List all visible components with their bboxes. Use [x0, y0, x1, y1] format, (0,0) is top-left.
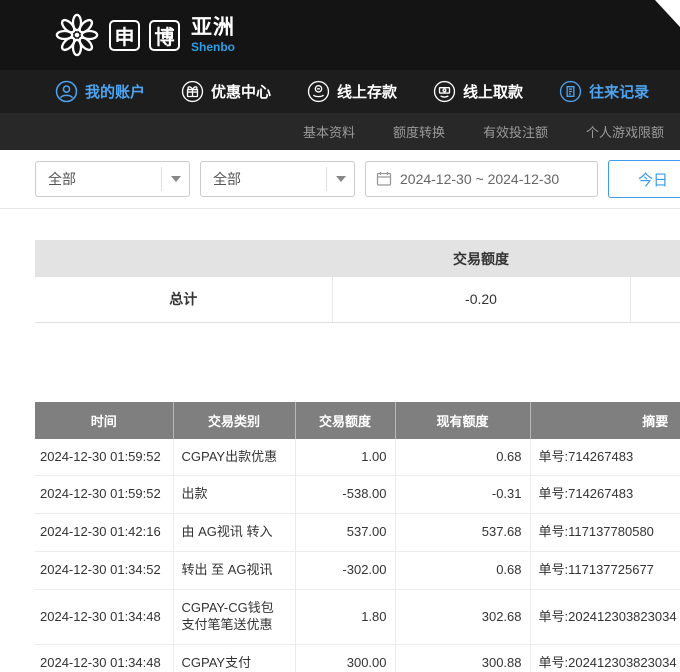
- subnav-item-basic-info[interactable]: 基本资料: [303, 122, 355, 141]
- summary-section: 交易额度 总计 -0.20: [35, 240, 680, 323]
- summary-total-row: 总计 -0.20: [35, 277, 680, 322]
- table-row: 2024-12-30 01:34:48 CGPAY支付 300.00 300.8…: [35, 644, 680, 672]
- date-range-value: 2024-12-30 ~ 2024-12-30: [400, 171, 559, 187]
- nav-item-my-account[interactable]: 我的账户: [55, 80, 145, 103]
- cell-amount: -302.00: [295, 552, 395, 590]
- cell-type: 转出 至 AG视讯: [173, 552, 295, 590]
- table-row: 2024-12-30 01:34:48 CGPAY-CG钱包支付笔笔送优惠 1.…: [35, 590, 680, 645]
- user-icon: [55, 80, 78, 103]
- cell-type: CGPAY-CG钱包支付笔笔送优惠: [173, 590, 295, 645]
- today-button[interactable]: 今日: [608, 160, 680, 198]
- logo-brand-text: Shenbo: [191, 41, 235, 53]
- nav-label: 往来记录: [589, 81, 649, 102]
- logo[interactable]: 申 博 亚洲 Shenbo: [54, 12, 235, 58]
- summary-total-spacer: [630, 277, 680, 322]
- top-header: 申 博 亚洲 Shenbo: [0, 0, 680, 70]
- nav-label: 优惠中心: [211, 81, 271, 102]
- cell-amount: 300.00: [295, 644, 395, 672]
- logo-region-text: 亚洲: [191, 17, 235, 38]
- cell-note: 单号:117137725677: [530, 552, 680, 590]
- nav-label: 线上取款: [463, 81, 523, 102]
- cell-time: 2024-12-30 01:59:52: [35, 476, 173, 514]
- records-table: 时间 交易类别 交易额度 现有额度 摘要 2024-12-30 01:59:52…: [35, 402, 680, 672]
- chevron-down-icon: [161, 167, 189, 191]
- cell-balance: 302.68: [395, 590, 530, 645]
- flower-logo-icon: [54, 12, 100, 58]
- summary-header-spacer: [630, 240, 680, 277]
- nav-item-deposit[interactable]: 线上存款: [307, 80, 397, 103]
- table-row: 2024-12-30 01:34:52 转出 至 AG视讯 -302.00 0.…: [35, 552, 680, 590]
- table-row: 2024-12-30 01:59:52 CGPAY出款优惠 1.00 0.68 …: [35, 439, 680, 476]
- cell-type: 出款: [173, 476, 295, 514]
- table-row: 2024-12-30 01:42:16 由 AG视讯 转入 537.00 537…: [35, 514, 680, 552]
- col-header-balance: 现有额度: [395, 402, 530, 439]
- summary-table: 交易额度 总计 -0.20: [35, 240, 680, 323]
- cell-time: 2024-12-30 01:59:52: [35, 439, 173, 476]
- type-select[interactable]: 全部: [35, 161, 190, 197]
- table-row: 2024-12-30 01:59:52 出款 -538.00 -0.31 单号:…: [35, 476, 680, 514]
- nav-item-promotions[interactable]: 优惠中心: [181, 80, 271, 103]
- nav-label: 我的账户: [85, 81, 145, 102]
- summary-header-amount: 交易额度: [332, 240, 630, 277]
- cell-time: 2024-12-30 01:34:48: [35, 590, 173, 645]
- sub-nav: 基本资料 额度转换 有效投注额 个人游戏限额: [0, 113, 680, 150]
- category-select-value: 全部: [213, 169, 241, 189]
- date-range-input[interactable]: 2024-12-30 ~ 2024-12-30: [365, 161, 598, 197]
- summary-total-value: -0.20: [332, 277, 630, 322]
- cell-time: 2024-12-30 01:34:52: [35, 552, 173, 590]
- main-nav: 我的账户 优惠中心 线上存款: [0, 70, 680, 113]
- summary-total-label: 总计: [35, 277, 332, 322]
- cell-amount: -538.00: [295, 476, 395, 514]
- category-select[interactable]: 全部: [200, 161, 355, 197]
- col-header-type: 交易类别: [173, 402, 295, 439]
- deposit-icon: [307, 80, 330, 103]
- cell-amount: 537.00: [295, 514, 395, 552]
- summary-header-row: 交易额度: [35, 240, 680, 277]
- summary-header-spacer: [35, 240, 332, 277]
- cell-balance: 537.68: [395, 514, 530, 552]
- cell-balance: 0.68: [395, 439, 530, 476]
- logo-char-2: 博: [149, 20, 180, 51]
- cell-note: 单号:714267483: [530, 439, 680, 476]
- cell-type: CGPAY出款优惠: [173, 439, 295, 476]
- chevron-down-icon: [326, 167, 354, 191]
- cell-type: 由 AG视讯 转入: [173, 514, 295, 552]
- cell-amount: 1.80: [295, 590, 395, 645]
- cell-time: 2024-12-30 01:34:48: [35, 644, 173, 672]
- cell-note: 单号:117137780580: [530, 514, 680, 552]
- nav-item-records[interactable]: 往来记录: [559, 80, 649, 103]
- records-section: 时间 交易类别 交易额度 现有额度 摘要 2024-12-30 01:59:52…: [35, 402, 680, 672]
- cell-time: 2024-12-30 01:42:16: [35, 514, 173, 552]
- corner-decoration: [655, 0, 680, 27]
- col-header-amount: 交易额度: [295, 402, 395, 439]
- col-header-time: 时间: [35, 402, 173, 439]
- cell-note: 单号:714267483: [530, 476, 680, 514]
- cell-note: 单号:202412303823034: [530, 644, 680, 672]
- cell-note: 单号:202412303823034: [530, 590, 680, 645]
- subnav-item-valid-bets[interactable]: 有效投注额: [483, 122, 548, 141]
- cell-amount: 1.00: [295, 439, 395, 476]
- nav-label: 线上存款: [337, 81, 397, 102]
- records-icon: [559, 80, 582, 103]
- cell-balance: 300.88: [395, 644, 530, 672]
- subnav-item-quota-transfer[interactable]: 额度转换: [393, 122, 445, 141]
- logo-char-1: 申: [109, 20, 140, 51]
- subnav-item-game-limits[interactable]: 个人游戏限额: [586, 122, 664, 141]
- type-select-value: 全部: [48, 169, 76, 189]
- records-header-row: 时间 交易类别 交易额度 现有额度 摘要: [35, 402, 680, 439]
- withdraw-icon: [433, 80, 456, 103]
- cell-balance: 0.68: [395, 552, 530, 590]
- nav-item-withdraw[interactable]: 线上取款: [433, 80, 523, 103]
- filter-bar: 全部 全部 2024-12-30 ~ 2024-12-30 今日: [0, 150, 680, 209]
- col-header-note: 摘要: [530, 402, 680, 439]
- page: 申 博 亚洲 Shenbo 我的账户: [0, 0, 680, 672]
- cell-balance: -0.31: [395, 476, 530, 514]
- gift-icon: [181, 80, 204, 103]
- cell-type: CGPAY支付: [173, 644, 295, 672]
- calendar-icon: [376, 171, 392, 187]
